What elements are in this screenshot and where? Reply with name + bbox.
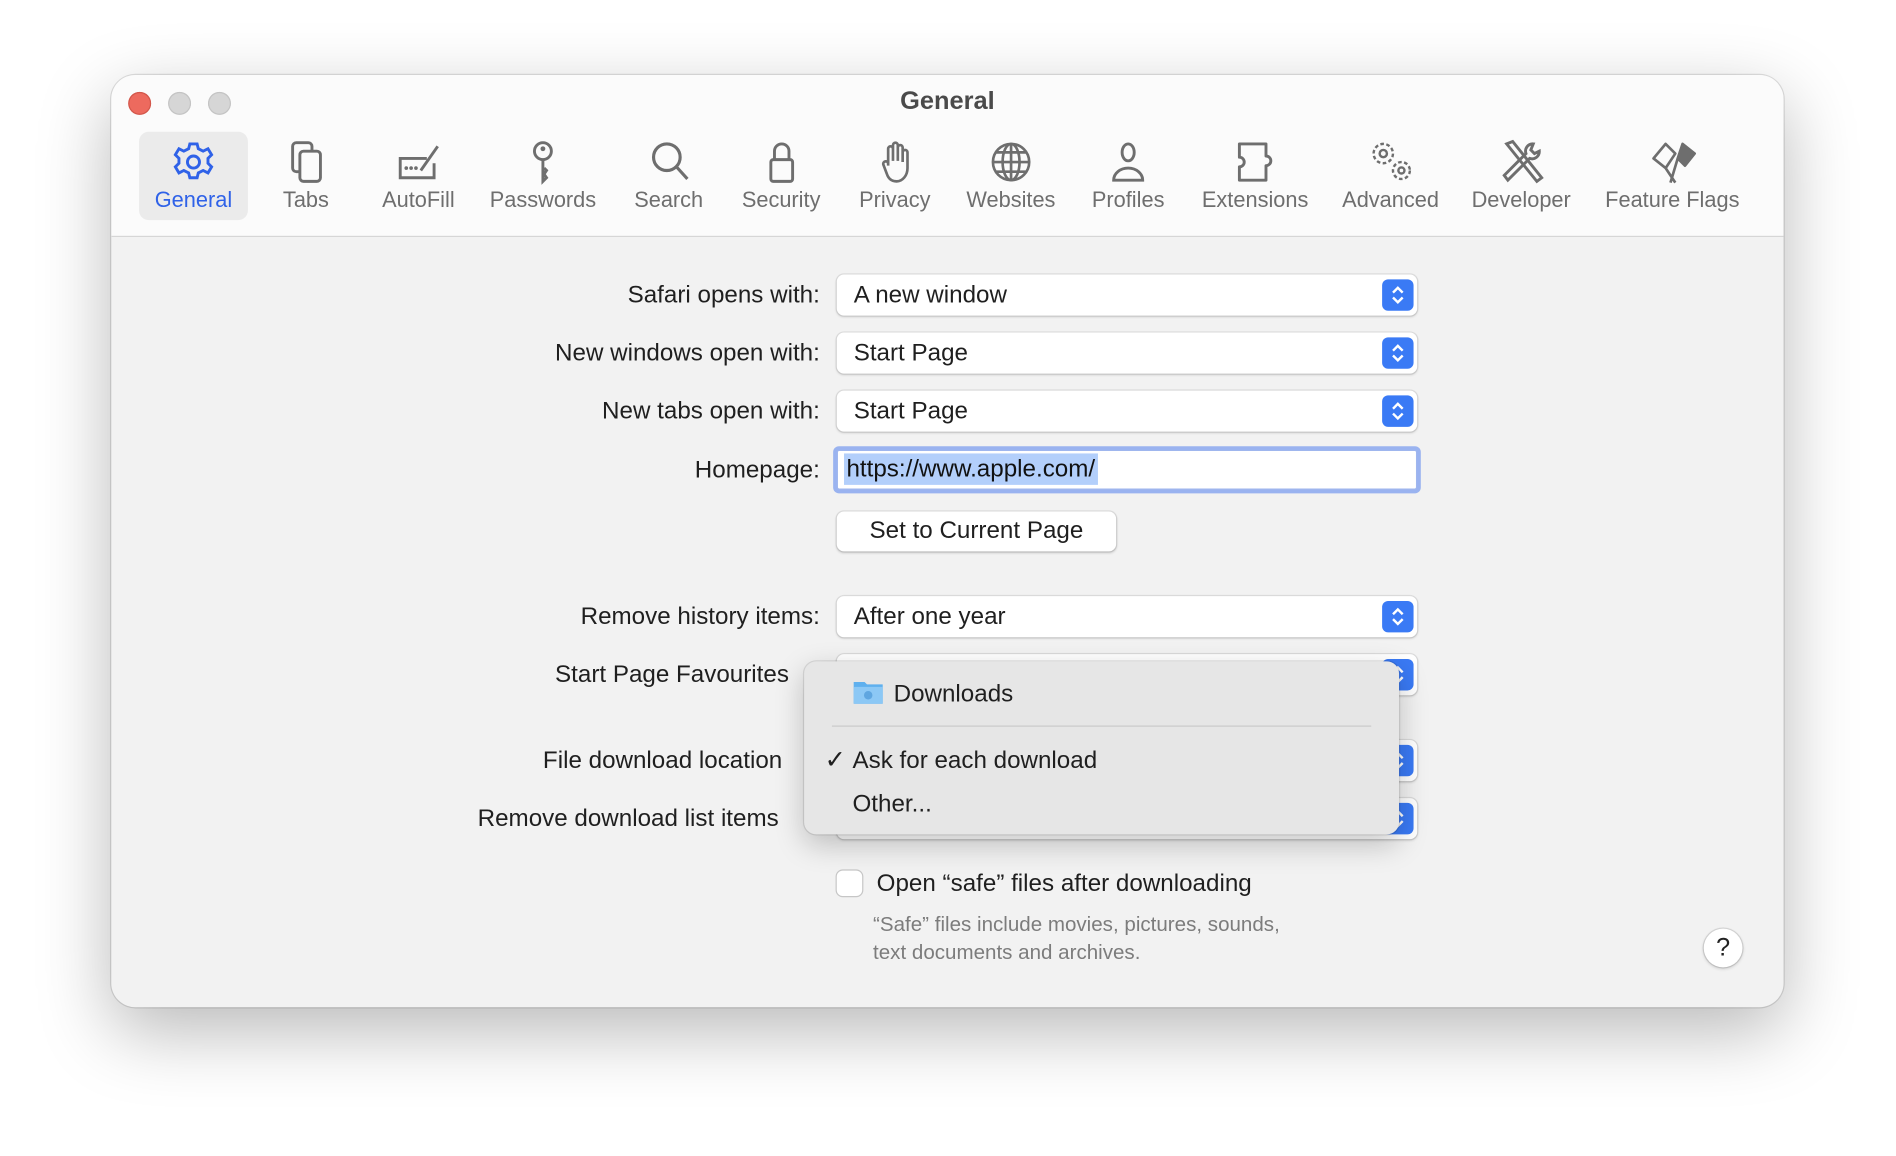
favourites-label: Start Page Favourites — [555, 661, 789, 689]
tab-extensions[interactable]: Extensions — [1190, 132, 1321, 220]
safari-opens-popup[interactable]: A new window — [836, 274, 1418, 316]
download-location-label: File download location — [542, 747, 783, 774]
stepper-chevrons-icon — [1382, 337, 1414, 369]
tab-passwords[interactable]: Passwords — [478, 132, 609, 220]
homepage-input[interactable]: https://www.apple.com/ — [836, 449, 1418, 490]
tab-websites[interactable]: Websites — [954, 132, 1067, 220]
tools-icon — [1502, 139, 1544, 184]
menu-separator — [831, 725, 1372, 727]
new-windows-label: New windows open with: — [555, 339, 820, 367]
open-safe-files-label: Open “safe” files after downloading — [876, 870, 1252, 898]
key-icon — [533, 141, 553, 185]
puzzle-icon — [1237, 142, 1273, 182]
lock-icon — [768, 142, 794, 183]
menu-item-other[interactable]: Other... — [852, 788, 931, 819]
set-to-current-page-button[interactable]: Set to Current Page — [836, 511, 1117, 552]
tab-advanced[interactable]: Advanced — [1330, 132, 1451, 220]
stepper-chevrons-icon — [1382, 395, 1414, 427]
preferences-window: General General Tabs AutoFill Passwords … — [111, 74, 1784, 1008]
remove-downloads-label: Remove download list items — [477, 805, 779, 832]
flags-icon — [1651, 142, 1696, 184]
menu-item-ask-each-download[interactable]: Ask for each download — [852, 745, 1097, 776]
new-windows-popup[interactable]: Start Page — [836, 332, 1418, 374]
tab-general[interactable]: General — [139, 131, 248, 221]
tab-developer[interactable]: Developer — [1459, 132, 1582, 220]
tab-security[interactable]: Security — [730, 132, 833, 220]
remove-history-label: Remove history items: — [580, 603, 820, 630]
tab-autofill[interactable]: AutoFill — [370, 132, 467, 220]
gears-icon — [1372, 142, 1412, 181]
tab-privacy[interactable]: Privacy — [847, 132, 943, 220]
titlebar: General General Tabs AutoFill Passwords … — [111, 74, 1784, 238]
autofill-icon — [398, 145, 439, 180]
tabs-icon — [291, 141, 322, 183]
gear-icon — [173, 142, 214, 180]
hand-icon — [881, 141, 909, 183]
safe-files-note-line2: text documents and archives. — [873, 940, 1141, 964]
download-location-menu: Downloads ✓ Ask for each download Other.… — [804, 661, 1400, 835]
stepper-chevrons-icon — [1382, 600, 1414, 633]
new-tabs-label: New tabs open with: — [602, 397, 820, 425]
tab-tabs[interactable]: Tabs — [270, 132, 343, 220]
tab-feature-flags[interactable]: Feature Flags — [1593, 132, 1751, 220]
stepper-chevrons-icon — [1382, 279, 1414, 311]
magnifier-icon — [651, 142, 688, 181]
remove-history-popup[interactable]: After one year — [836, 596, 1418, 638]
window-title: General — [900, 87, 995, 115]
menu-item-downloads[interactable]: Downloads — [852, 678, 1013, 709]
new-tabs-popup[interactable]: Start Page — [836, 390, 1418, 432]
tab-search[interactable]: Search — [622, 132, 715, 220]
open-safe-files-checkbox[interactable] — [836, 870, 863, 897]
help-button[interactable]: ? — [1703, 928, 1743, 968]
tab-profiles[interactable]: Profiles — [1080, 132, 1177, 220]
person-icon — [1112, 142, 1145, 182]
globe-icon — [991, 142, 1031, 182]
downloads-folder-icon — [853, 681, 883, 704]
safari-opens-label: Safari opens with: — [627, 281, 820, 309]
homepage-label: Homepage: — [694, 457, 820, 484]
checkmark-icon: ✓ — [824, 746, 846, 774]
safe-files-note-line1: “Safe” files include movies, pictures, s… — [873, 912, 1280, 936]
